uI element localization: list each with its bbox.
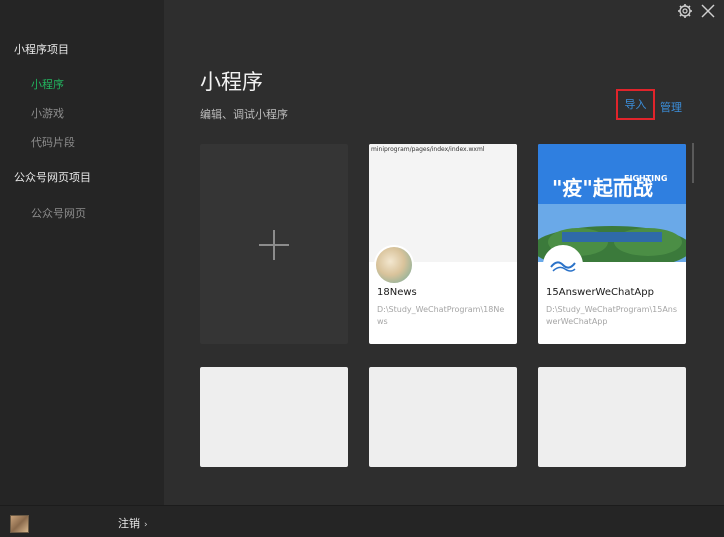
gear-icon[interactable] <box>676 2 694 20</box>
sidebar-group-official-web: 公众号网页项目 <box>14 171 91 184</box>
sidebar: 小程序项目 小程序 小游戏 代码片段 公众号网页项目 公众号网页 <box>0 0 164 537</box>
scrollbar[interactable] <box>692 143 694 183</box>
manage-button[interactable]: 管理 <box>660 99 682 115</box>
chevron-right-icon: › <box>144 520 148 530</box>
sidebar-group-miniprogram: 小程序项目 <box>14 43 69 56</box>
avatar[interactable] <box>10 515 29 533</box>
project-card-15answer[interactable]: "疫"起而战 FIGHTING 15AnswerWeChatApp D:\Stu… <box>538 144 686 344</box>
page-title: 小程序 <box>200 70 263 94</box>
project-path: D:\Study_WeChatProgram\18News <box>377 305 505 326</box>
sidebar-item-miniprogram[interactable]: 小程序 <box>31 76 64 92</box>
project-name: 18News <box>377 287 417 298</box>
project-card-placeholder[interactable] <box>369 367 517 467</box>
project-card-placeholder[interactable] <box>538 367 686 467</box>
logout-button[interactable]: 注销 › <box>118 515 148 531</box>
project-card-18news[interactable]: miniprogram/pages/index/index.wxml 18New… <box>369 144 517 344</box>
banner-subtitle: FIGHTING <box>624 174 668 183</box>
sidebar-item-official-web[interactable]: 公众号网页 <box>31 205 86 221</box>
page-subtitle: 编辑、调试小程序 <box>200 108 288 121</box>
app-window: 小程序项目 小程序 小游戏 代码片段 公众号网页项目 公众号网页 小程序 编辑、… <box>0 0 724 537</box>
import-button[interactable]: 导入 <box>616 89 655 120</box>
project-avatar-icon <box>543 245 583 285</box>
logout-label: 注销 <box>118 517 140 530</box>
footer-bar <box>0 505 724 537</box>
sidebar-item-minigame[interactable]: 小游戏 <box>31 105 64 121</box>
project-path: D:\Study_WeChatProgram\15AnswerWeChatApp <box>546 305 678 326</box>
plus-icon-stroke <box>273 230 275 260</box>
project-avatar-icon <box>374 245 414 285</box>
sidebar-item-code-snippet[interactable]: 代码片段 <box>31 134 75 150</box>
project-name: 15AnswerWeChatApp <box>546 287 654 298</box>
project-card-placeholder[interactable] <box>200 367 348 467</box>
close-icon[interactable] <box>699 2 717 20</box>
project-thumbnail-path: miniprogram/pages/index/index.wxml <box>371 146 485 153</box>
